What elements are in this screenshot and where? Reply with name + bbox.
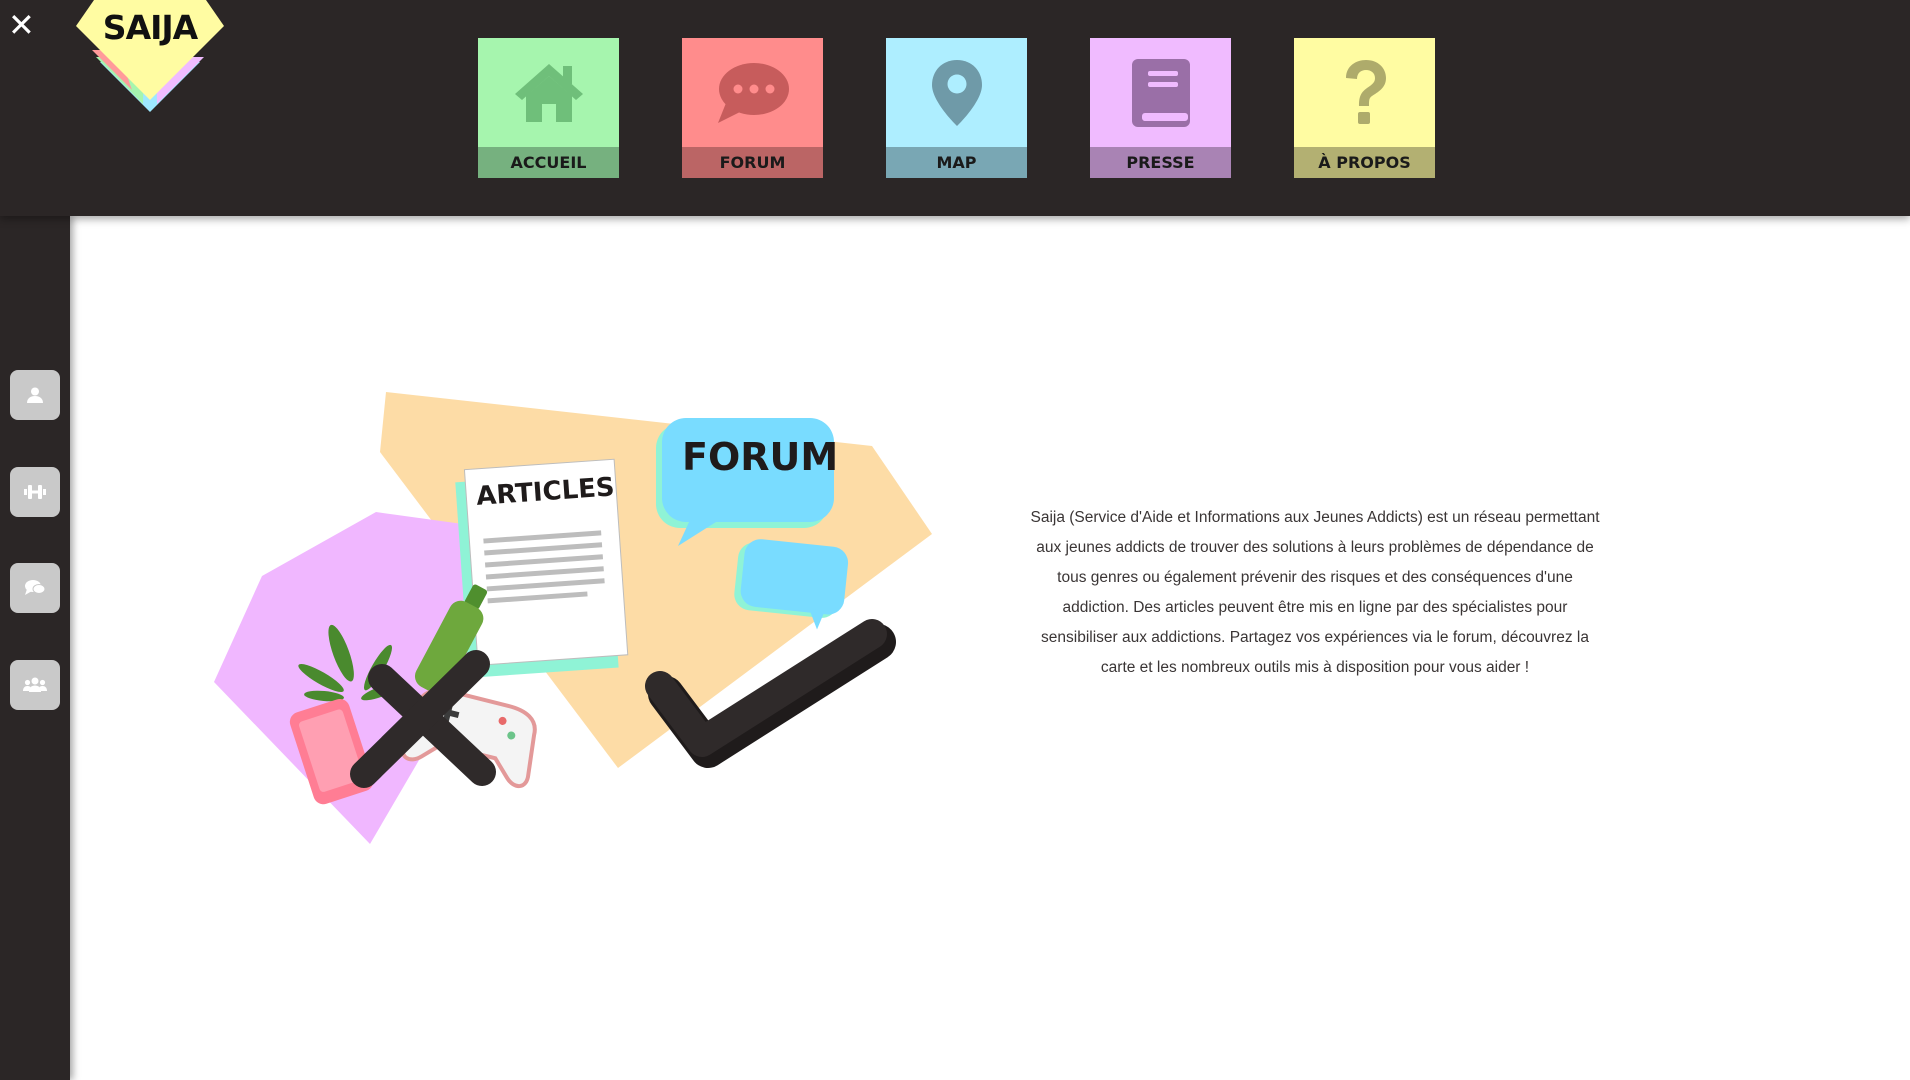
user-icon <box>27 387 43 403</box>
book-icon <box>1090 38 1231 147</box>
users-icon <box>23 677 47 692</box>
map-pin-icon <box>886 38 1027 147</box>
forum-label: FORUM <box>682 435 838 479</box>
home-icon <box>478 38 619 147</box>
logo-text: SAIJA <box>102 8 198 47</box>
articles-document: ARTICLES <box>455 458 629 678</box>
chat-bubble-icon <box>682 38 823 147</box>
nav-item-map[interactable]: MAP <box>886 38 1027 178</box>
group-button[interactable] <box>10 660 60 710</box>
main-navigation: ACCUEIL FORUM MAP PRESSE À PROPOS <box>478 38 1435 178</box>
nav-item-forum[interactable]: FORUM <box>682 38 823 178</box>
left-sidebar <box>0 216 70 1080</box>
nav-label-presse: PRESSE <box>1090 147 1231 178</box>
nav-label-forum: FORUM <box>682 147 823 178</box>
addiction-illustration: ARTICLES FORUM <box>214 392 932 844</box>
close-icon[interactable]: ✕ <box>8 9 35 41</box>
nav-label-map: MAP <box>886 147 1027 178</box>
top-navigation-bar: ✕ SAIJA ACCUEIL FORUM MAP PRESSE À PROPO… <box>0 0 1910 216</box>
user-button[interactable] <box>10 370 60 420</box>
question-mark-icon <box>1294 38 1435 147</box>
chat-icon <box>25 580 46 595</box>
nav-item-a-propos[interactable]: À PROPOS <box>1294 38 1435 178</box>
nav-item-presse[interactable]: PRESSE <box>1090 38 1231 178</box>
saija-logo[interactable]: SAIJA <box>72 0 228 112</box>
nav-item-accueil[interactable]: ACCUEIL <box>478 38 619 178</box>
dumbbell-icon <box>24 485 46 499</box>
hero-illustration: ARTICLES FORUM <box>200 380 960 860</box>
nav-label-accueil: ACCUEIL <box>478 147 619 178</box>
nav-label-a-propos: À PROPOS <box>1294 147 1435 178</box>
chat-button[interactable] <box>10 563 60 613</box>
site-description: Saija (Service d'Aide et Informations au… <box>1030 509 1600 676</box>
fitness-button[interactable] <box>10 467 60 517</box>
forum-speech-bubble: FORUM <box>656 418 838 546</box>
